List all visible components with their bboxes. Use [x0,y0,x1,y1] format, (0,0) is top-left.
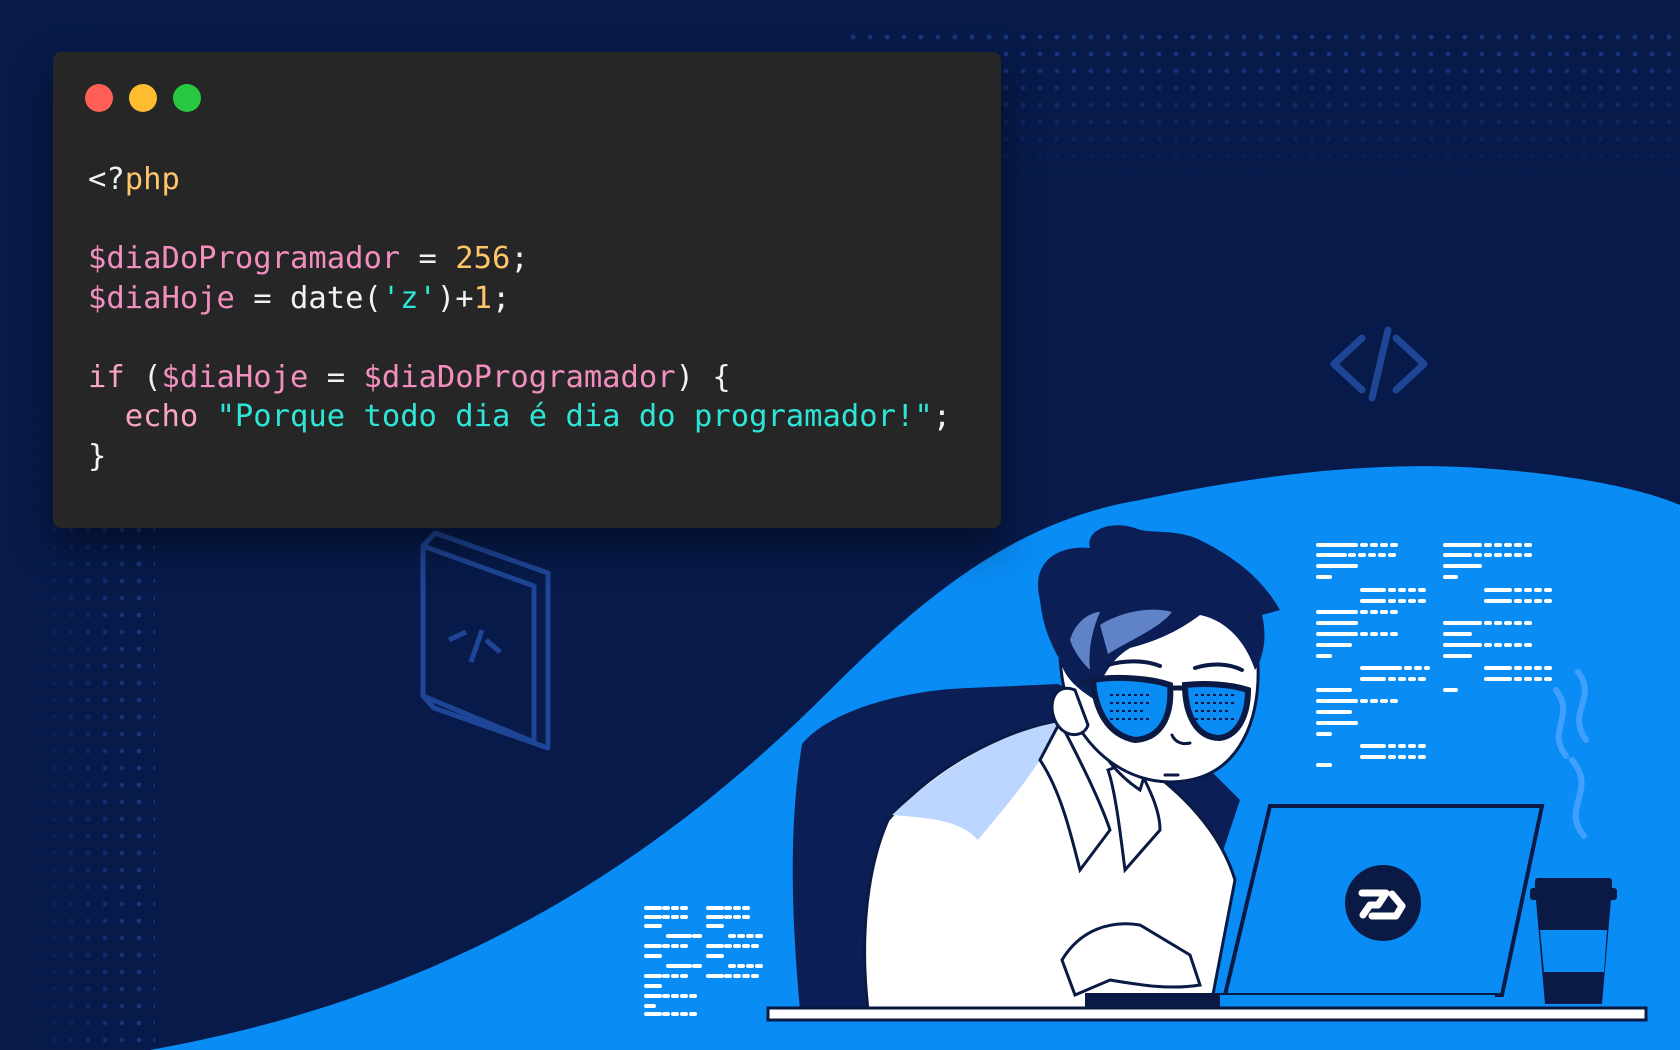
desk-surface [766,1006,1648,1022]
code-token-default: ( [124,359,162,395]
code-token-default: } [88,438,107,474]
code-token-default: = [400,241,456,276]
code-token-default: <? [88,162,125,197]
code-block: <?php $diaDoProgramador = 256; $diaHoje =… [88,160,951,476]
code-token-variable: $diaDoProgramador [363,359,676,395]
code-line: if ($diaHoje = $diaDoProgramador) { [88,358,951,398]
code-token-string: "Porque todo dia é dia do programador!" [216,399,933,434]
code-token-keyword: echo [124,399,199,434]
code-token-tag: php [124,162,180,197]
code-token-string: 'z' [381,280,437,316]
code-token-variable: $diaDoProgramador [88,241,401,276]
maximize-button[interactable] [173,84,201,112]
code-line: } [88,437,951,477]
code-token-default: ; [492,280,511,316]
code-line: <?php [88,160,951,200]
window-controls [85,84,201,112]
code-token-default: = [308,359,364,395]
code-line: echo "Porque todo dia é dia do programad… [88,397,951,437]
code-token-variable: $diaHoje [88,280,235,316]
code-token-default [198,399,216,434]
code-line: $diaHoje = date('z')+1; [88,279,951,319]
code-token-variable: $diaHoje [161,359,309,395]
code-token-default: ) { [675,359,731,395]
code-token-number: 1 [473,280,493,316]
code-token-keyword: if [88,359,125,395]
code-token-number: 256 [455,241,511,276]
minimize-button[interactable] [129,84,157,112]
code-token-default: ; [510,241,529,276]
code-token-default: ; [932,399,952,434]
code-line: $diaDoProgramador = 256; [88,239,951,279]
code-token-default [88,399,125,434]
code-token-default: )+ [436,280,474,316]
close-button[interactable] [85,84,113,112]
code-token-default: = date( [234,280,382,316]
code-editor-window: <?php $diaDoProgramador = 256; $diaHoje =… [53,52,1001,528]
